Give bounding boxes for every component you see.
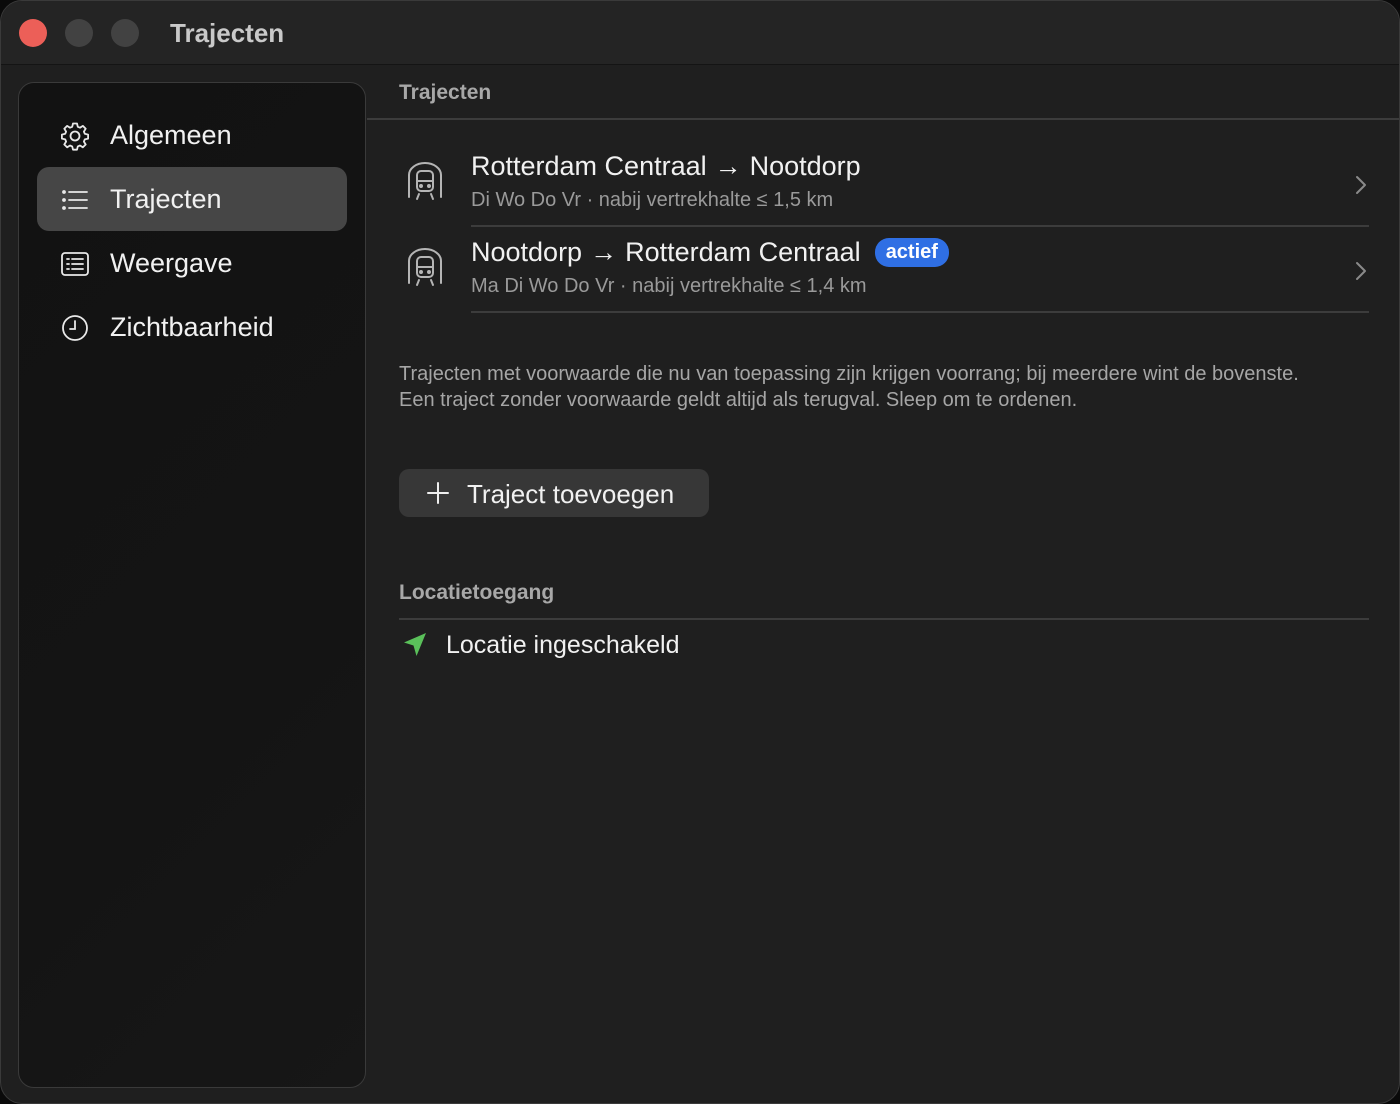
route-arrow: → [714,151,742,181]
section-title-trajecten: Trajecten [399,81,492,104]
section-divider [367,118,1399,120]
sidebar-item-algemeen[interactable]: Algemeen [37,103,347,167]
plus-icon [427,482,449,504]
add-route-button[interactable]: Traject toevoegen [399,469,709,517]
row-divider [471,311,1369,313]
chevron-right-icon [1356,262,1366,280]
train-icon [408,162,442,200]
gear-icon [61,122,89,151]
route-row[interactable]: Nootdorp → Rotterdam Centraal actief Ma … [367,227,1399,313]
section-divider [399,618,1369,620]
route-row[interactable]: Rotterdam Centraal → Nootdorp Di Wo Do V… [367,141,1399,227]
section-title-locatietoegang: Locatietoegang [399,581,555,604]
add-route-label: Traject toevoegen [467,479,675,509]
clock-icon [62,315,88,341]
sidebar: Algemeen Trajecten Weergave Zichtbaarhei… [18,82,366,1088]
chevron-right-icon [1356,176,1366,194]
status-badge: actief [874,238,949,267]
sidebar-item-label: Algemeen [110,120,232,150]
minimize-window-button[interactable] [65,19,93,47]
sidebar-item-label: Zichtbaarheid [110,312,274,342]
list-icon [62,190,88,210]
train-icon [408,248,442,286]
route-to: Nootdorp [749,151,861,181]
footnote-text: Trajecten met voorwaarde die nu van toep… [399,363,1299,411]
close-window-button[interactable] [19,19,47,47]
sidebar-item-label: Trajecten [110,184,222,214]
route-subtitle: Ma Di Wo Do Vr · nabij vertrekhalte ≤ 1,… [471,275,867,297]
sidebar-item-trajecten[interactable]: Trajecten [37,167,347,231]
route-arrow: → [590,237,618,267]
route-from: Nootdorp [471,237,583,267]
location-status: Locatie ingeschakeld [446,631,680,659]
route-title: Rotterdam Centraal → Nootdorp [471,151,861,182]
window-title: Trajecten [170,18,285,48]
sidebar-item-zichtbaarheid[interactable]: Zichtbaarheid [37,295,347,359]
route-from: Rotterdam Centraal [471,151,707,181]
sidebar-item-label: Weergave [110,248,233,278]
title-bar: Trajecten [1,1,1399,65]
settings-window: Trajecten Algemeen Trajecten Weergave Zi… [0,0,1400,1104]
main-content: Trajecten Rotterdam Centraal → Nootdorp … [367,65,1399,1103]
sidebar-item-weergave[interactable]: Weergave [37,231,347,295]
route-title: Nootdorp → Rotterdam Centraal actief [471,237,949,268]
route-to: Rotterdam Centraal [625,237,861,267]
display-icon [61,252,89,276]
zoom-window-button[interactable] [111,19,139,47]
route-subtitle: Di Wo Do Vr · nabij vertrekhalte ≤ 1,5 k… [471,189,834,211]
location-arrow-icon [404,633,426,656]
